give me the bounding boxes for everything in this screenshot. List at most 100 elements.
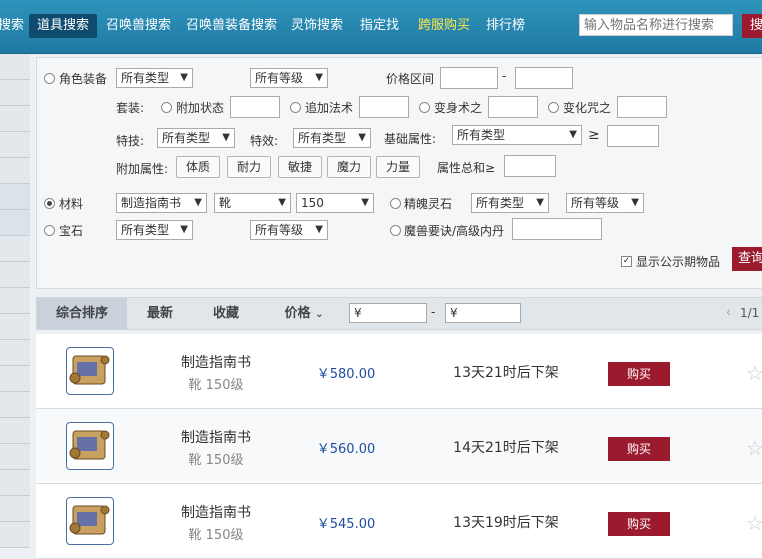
dropdown-arrow-icon: ▼ [194,197,202,208]
prev-page-icon[interactable]: ‹ [726,305,731,319]
attr-strength-button[interactable]: 力量 [376,156,420,178]
sidebar-item[interactable] [0,470,30,496]
filter-panel: 角色装备 所有类型 ▼ 所有等级 ▼ 价格区间 - 套装: 附加状态 追加法术 变身… [36,57,762,289]
beast-secret-radio[interactable] [390,225,401,236]
skill-select[interactable]: 所有类型 ▼ [157,128,235,148]
tab-pet-search[interactable]: 召唤兽搜索 [106,14,171,38]
suit-extra-spell-radio[interactable] [290,102,301,113]
tab-search[interactable]: 搜索 [0,14,24,38]
sort-newest[interactable]: 最新 [127,298,193,329]
sidebar-item[interactable] [0,340,30,366]
gem-level-select[interactable]: 所有等级 ▼ [250,220,328,240]
search-input[interactable] [579,14,733,36]
suit-transform-radio[interactable] [419,102,430,113]
tab-targeted-find[interactable]: 指定找 [360,14,399,38]
suit-curse-radio[interactable] [548,102,559,113]
beast-secret-input[interactable] [512,218,602,240]
sidebar-item[interactable] [0,418,30,444]
sidebar-item[interactable] [0,522,30,548]
price-min-input[interactable] [440,67,498,89]
buy-button[interactable]: 购买 [608,437,670,461]
attr-agility-button[interactable]: 敏捷 [278,156,322,178]
gem-radio[interactable] [44,225,55,236]
attr-endurance-button[interactable]: 耐力 [227,156,271,178]
item-subtitle: 靴 150级 [188,528,244,543]
sidebar-item[interactable] [0,158,30,184]
suit-curse-label: 变化咒之 [563,101,612,115]
list-item[interactable]: 制造指南书 靴 150级 ￥580.00 13天21时后下架 购买 ☆ [36,334,762,409]
gem-type-select[interactable]: 所有类型 ▼ [116,220,193,240]
base-attr-select[interactable]: 所有类型 ▼ [452,125,582,145]
sidebar-item[interactable] [0,314,30,340]
item-price: ￥545.00 [316,517,376,532]
sidebar-item[interactable] [0,106,30,132]
show-public-checkbox[interactable]: ✓ [621,256,632,267]
attr-constitution-button[interactable]: 体质 [176,156,220,178]
role-equip-type-select[interactable]: 所有类型 ▼ [116,68,193,88]
attr-sum-label: 属性总和≥ [437,161,496,175]
price-max-input[interactable] [515,67,573,89]
sidebar-item[interactable] [0,444,30,470]
item-subtitle: 靴 150级 [188,378,244,393]
sort-favorites[interactable]: 收藏 [193,298,259,329]
sidebar-item[interactable] [0,236,30,262]
suit-extra-spell-input[interactable] [359,96,409,118]
tab-accessory-search[interactable]: 灵饰搜索 [291,14,343,38]
attr-sum-input[interactable] [504,155,556,177]
star-icon[interactable]: ☆ [746,436,762,460]
suit-extra-state-input[interactable] [230,96,280,118]
role-equip-level-select[interactable]: 所有等级 ▼ [250,68,328,88]
price-max-filter[interactable]: ¥ [445,303,521,323]
sort-price[interactable]: 价格 ⌄ [259,298,349,329]
sidebar-item[interactable] [0,132,30,158]
suit-curse-input[interactable] [617,96,667,118]
sidebar-item[interactable] [0,184,30,210]
scroll-item-icon[interactable] [66,422,114,470]
list-item[interactable]: 制造指南书 靴 150级 ￥560.00 14天21时后下架 购买 ☆ [36,409,762,484]
skill-label: 特技: [116,134,145,148]
query-button[interactable]: 查询 [732,247,762,271]
search-button[interactable]: 搜 [742,14,762,38]
material-radio[interactable] [44,198,55,209]
suit-transform-input[interactable] [488,96,538,118]
sidebar-item[interactable] [0,392,30,418]
spirit-stone-level-select[interactable]: 所有等级 ▼ [566,193,644,213]
base-attr-value-input[interactable] [607,125,659,147]
sidebar-item[interactable] [0,80,30,106]
attr-magic-button[interactable]: 魔力 [327,156,371,178]
spirit-stone-radio[interactable] [390,198,401,209]
sidebar-item[interactable] [0,262,30,288]
role-equip-label: 角色装备 [59,72,108,86]
material-level-select[interactable]: 150 ▼ [296,193,374,213]
spirit-stone-type-select[interactable]: 所有类型 ▼ [471,193,549,213]
item-time-left: 13天19时后下架 [453,515,559,531]
sort-price-label: 价格 [284,306,311,321]
suit-extra-state-radio[interactable] [161,102,172,113]
sidebar-item[interactable] [0,496,30,522]
list-item[interactable]: 制造指南书 靴 150级 ￥545.00 13天19时后下架 购买 ☆ [36,484,762,559]
material-slot-select[interactable]: 靴 ▼ [214,193,291,213]
sidebar-item[interactable] [0,54,30,80]
sort-comprehensive[interactable]: 综合排序 [37,298,127,329]
tab-item-search[interactable]: 道具搜索 [29,14,98,38]
sidebar-item[interactable] [0,288,30,314]
dropdown-arrow-icon: ▼ [569,129,577,140]
effect-select[interactable]: 所有类型 ▼ [293,128,371,148]
scroll-item-icon[interactable] [66,347,114,395]
item-subtitle: 靴 150级 [188,453,244,468]
sidebar-item[interactable] [0,210,30,236]
role-equip-radio[interactable] [44,73,55,84]
price-min-filter[interactable]: ¥ [349,303,427,323]
sidebar-item[interactable] [0,366,30,392]
price-range-dash: - [502,69,507,83]
star-icon[interactable]: ☆ [746,361,762,385]
price-range-label: 价格区间 [386,72,435,86]
material-type-select[interactable]: 制造指南书 ▼ [116,193,207,213]
scroll-item-icon[interactable] [66,497,114,545]
star-icon[interactable]: ☆ [746,511,762,535]
tab-cross-server-buy[interactable]: 跨服购买 [418,14,470,38]
buy-button[interactable]: 购买 [608,362,670,386]
tab-pet-equip-search[interactable]: 召唤兽装备搜索 [186,14,277,38]
tab-ranking[interactable]: 排行榜 [486,14,525,38]
buy-button[interactable]: 购买 [608,512,670,536]
